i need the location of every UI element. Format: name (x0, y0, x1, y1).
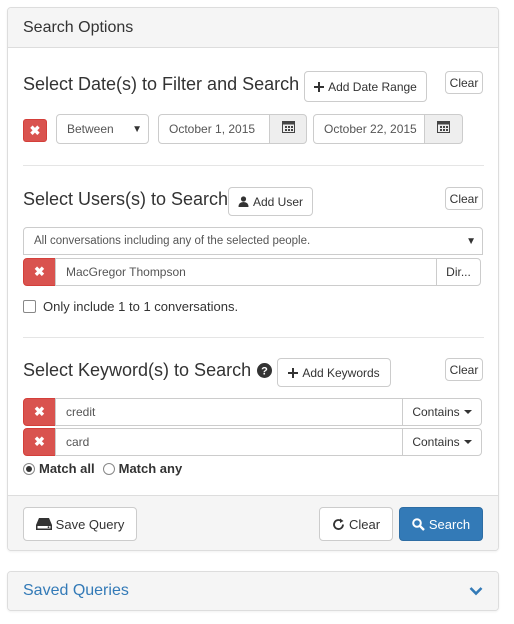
section-divider (23, 165, 484, 166)
match-all-radio[interactable] (23, 462, 35, 475)
dates-clear-label: Clear (449, 75, 479, 90)
users-title: Select Users(s) to Search (23, 189, 229, 209)
hdd-icon (35, 518, 52, 530)
keyword-input[interactable]: credit (55, 398, 403, 426)
user-icon (238, 196, 249, 207)
search-icon (412, 517, 425, 531)
keywords-clear-button[interactable]: Clear (445, 358, 483, 381)
dates-clear-button[interactable]: Clear (445, 71, 483, 94)
saved-queries-title: Saved Queries (23, 582, 129, 599)
save-query-label: Save Query (55, 516, 125, 532)
caret-down-icon (463, 440, 472, 444)
footer-clear-label: Clear (348, 516, 381, 532)
remove-keyword-button[interactable]: ✖ (23, 428, 56, 456)
keyword-match-label: Contains (412, 405, 460, 419)
one-to-one-label: Only include 1 to 1 conversations. (43, 299, 239, 314)
saved-queries-panel[interactable]: Saved Queries (7, 571, 499, 611)
add-user-button[interactable]: Add User (228, 187, 313, 216)
panel-title: Search Options (23, 18, 134, 36)
date-operator-value: Between (67, 122, 114, 136)
remove-user-button[interactable]: ✖ (23, 258, 56, 286)
users-clear-button[interactable]: Clear (445, 187, 483, 210)
start-date-value: October 1, 2015 (169, 122, 256, 136)
saved-queries-heading[interactable]: Saved Queries (8, 572, 498, 610)
plus-icon (314, 81, 325, 92)
keyword-value: card (66, 435, 90, 449)
footer-clear-button[interactable]: Clear (319, 507, 393, 541)
end-date-input[interactable]: October 22, 2015 (313, 114, 425, 144)
keyword-input[interactable]: card (55, 428, 403, 456)
close-icon: ✖ (34, 434, 45, 449)
remove-date-button[interactable]: ✖ (23, 119, 47, 142)
keywords-title-row: Select Keyword(s) to Search ? (23, 360, 273, 381)
search-label: Search (428, 516, 471, 532)
add-keywords-button[interactable]: Add Keywords (277, 358, 391, 387)
users-mode-select[interactable]: All conversations including any of the s… (23, 227, 483, 255)
user-directory-button[interactable]: Dir... (436, 258, 481, 286)
one-to-one-checkbox[interactable] (23, 300, 36, 313)
users-mode-value: All conversations including any of the s… (34, 235, 311, 247)
add-date-range-button[interactable]: Add Date Range (304, 71, 427, 102)
match-options: Match all Match any (23, 461, 182, 476)
user-directory-label: Dir... (446, 265, 471, 279)
keyword-match-dropdown[interactable]: Contains (402, 398, 482, 426)
match-any-radio[interactable] (102, 462, 115, 475)
end-date-calendar-button[interactable] (424, 114, 463, 144)
keywords-clear-label: Clear (449, 362, 479, 377)
user-name-value: MacGregor Thompson (66, 265, 186, 279)
calendar-icon (281, 120, 295, 138)
select-arrow-icon: ▼ (466, 235, 476, 247)
end-date-value: October 22, 2015 (324, 122, 417, 136)
match-all-label: Match all (39, 461, 95, 476)
chevron-down-icon[interactable] (469, 586, 483, 596)
select-arrow-icon: ▼ (132, 123, 142, 135)
remove-keyword-button[interactable]: ✖ (23, 398, 56, 426)
add-keywords-label: Add Keywords (302, 365, 380, 380)
section-divider (23, 337, 484, 338)
match-any-label: Match any (118, 461, 183, 476)
svg-text:?: ? (261, 366, 268, 378)
save-query-button[interactable]: Save Query (23, 507, 137, 541)
panel-heading: Search Options (8, 8, 498, 48)
close-icon: ✖ (29, 122, 41, 138)
help-icon[interactable]: ? (257, 363, 273, 378)
caret-down-icon (463, 410, 472, 414)
start-date-calendar-button[interactable] (269, 114, 307, 144)
keyword-match-label: Contains (412, 435, 460, 449)
plus-icon (288, 367, 299, 378)
close-icon: ✖ (34, 404, 45, 419)
close-icon: ✖ (34, 264, 45, 279)
add-user-label: Add User (252, 194, 304, 209)
date-operator-select[interactable]: Between ▼ (56, 114, 149, 144)
users-clear-label: Clear (449, 191, 479, 206)
keyword-value: credit (66, 405, 96, 419)
keywords-title: Select Keyword(s) to Search (23, 360, 252, 380)
keyword-match-dropdown[interactable]: Contains (402, 428, 482, 456)
dates-title: Select Date(s) to Filter and Search (23, 74, 300, 94)
search-options-panel: Search Options Select Date(s) to Filter … (7, 7, 499, 551)
refresh-icon (332, 518, 345, 531)
panel-footer: Save Query Clear Search (8, 495, 498, 550)
add-date-range-label: Add Date Range (328, 79, 417, 94)
user-name-field[interactable]: MacGregor Thompson (55, 258, 437, 286)
start-date-input[interactable]: October 1, 2015 (158, 114, 270, 144)
calendar-icon (437, 120, 450, 138)
search-button[interactable]: Search (399, 507, 483, 541)
